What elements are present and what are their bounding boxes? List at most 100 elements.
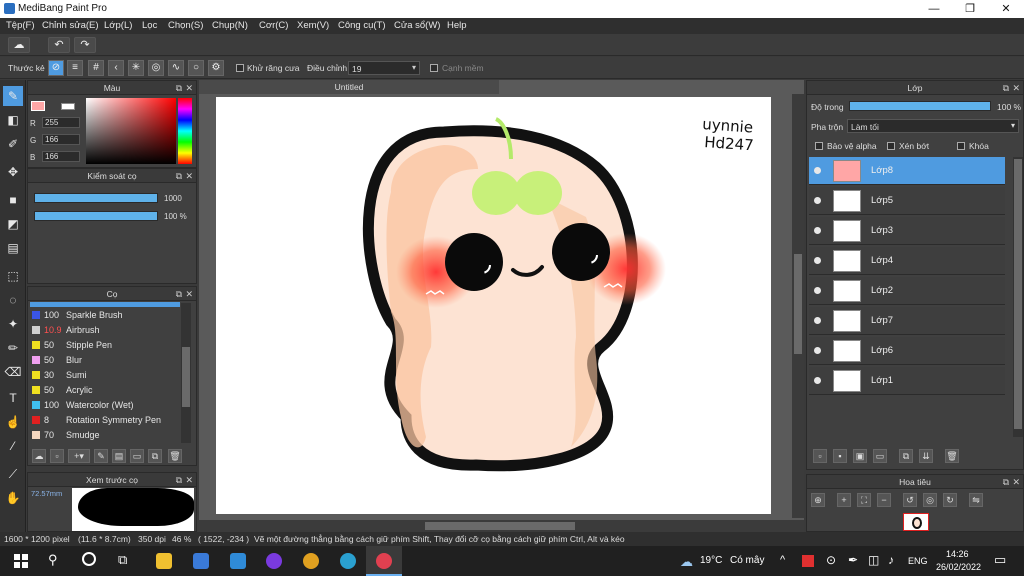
lasso-tool-icon[interactable]: ◌: [3, 290, 23, 310]
brush-list-item[interactable]: 100 Sparkle Brush: [30, 308, 180, 323]
visibility-eye-icon[interactable]: [814, 377, 821, 384]
chevron-up-icon[interactable]: ^: [780, 554, 785, 566]
canvas-vscroll-thumb[interactable]: [794, 254, 802, 354]
dot-brush-icon[interactable]: ✐: [3, 134, 23, 154]
visibility-eye-icon[interactable]: [814, 317, 821, 324]
protect-alpha-checkbox[interactable]: [815, 142, 823, 150]
zoom-out-icon[interactable]: −: [877, 493, 891, 507]
popout-icon[interactable]: ⧉: [176, 81, 182, 95]
brush-delete-icon[interactable]: 🗑: [168, 449, 182, 463]
brush-scroll-thumb[interactable]: [182, 347, 190, 407]
layer-row[interactable]: Lớp1: [809, 367, 1005, 395]
move-tool-icon[interactable]: ✥: [3, 162, 23, 182]
brush-list-item[interactable]: 10.9 Airbrush: [30, 323, 180, 338]
layer-row[interactable]: Lớp3: [809, 217, 1005, 245]
network-icon[interactable]: ◫: [868, 553, 879, 567]
redo-icon[interactable]: ↷: [74, 37, 96, 53]
select-rect-icon[interactable]: ⬚: [3, 266, 23, 286]
menu-window[interactable]: Cửa sổ(W): [394, 20, 440, 31]
layer-row[interactable]: Lớp7: [809, 307, 1005, 335]
radial-ruler-icon[interactable]: ✳: [128, 60, 144, 76]
color-picker-square[interactable]: [86, 98, 176, 164]
reset-rotation-icon[interactable]: ◎: [923, 493, 937, 507]
layer-opacity-slider[interactable]: [849, 101, 991, 111]
close-icon[interactable]: ✕: [1012, 81, 1020, 95]
merge-layer-icon[interactable]: ⇊: [919, 449, 933, 463]
brush-scrollbar[interactable]: [181, 303, 191, 443]
lock-checkbox[interactable]: [957, 142, 965, 150]
perspective-ruler-icon[interactable]: ‹: [108, 60, 124, 76]
canvas-horizontal-scrollbar[interactable]: [199, 520, 804, 532]
tray-app-icon[interactable]: [802, 555, 814, 567]
windows-start-icon[interactable]: [14, 554, 28, 568]
brush-list-item[interactable]: 100 Watercolor (Wet): [30, 398, 180, 413]
hand-tool-icon[interactable]: ✋: [3, 488, 23, 508]
b-input[interactable]: 166: [42, 151, 80, 162]
text-tool-icon[interactable]: T: [3, 388, 23, 408]
mail-icon[interactable]: [230, 553, 246, 569]
flip-icon[interactable]: ⇋: [969, 493, 983, 507]
restore-button[interactable]: ❐: [960, 1, 980, 17]
layer-scrollbar[interactable]: [1013, 157, 1023, 437]
minimize-button[interactable]: —: [924, 1, 944, 17]
close-icon[interactable]: ✕: [185, 287, 193, 301]
menu-window-c[interactable]: Cơr(C): [259, 20, 288, 31]
brush-duplicate-icon[interactable]: ⧉: [148, 449, 162, 463]
navigator-thumbnail[interactable]: [903, 513, 929, 531]
language-indicator[interactable]: ENG: [908, 556, 928, 566]
select-pen-icon[interactable]: ✏: [3, 338, 23, 358]
hue-slider[interactable]: [178, 98, 192, 164]
brush-list-item[interactable]: 50 Stipple Pen: [30, 338, 180, 353]
layer-scroll-thumb[interactable]: [1014, 159, 1022, 429]
grid-ruler-icon[interactable]: #: [88, 60, 104, 76]
brush-new-icon[interactable]: ▫: [50, 449, 64, 463]
menu-select[interactable]: Chọn(S): [168, 20, 203, 31]
layer-row[interactable]: Lớp6: [809, 337, 1005, 365]
visibility-eye-icon[interactable]: [814, 257, 821, 264]
antialias-checkbox[interactable]: [236, 64, 244, 72]
brush-tool-icon[interactable]: ✎: [3, 86, 23, 106]
brush-list-item[interactable]: 8 Rotation Symmetry Pen: [30, 413, 180, 428]
blend-select[interactable]: Làm tối ▾: [847, 119, 1019, 133]
volume-icon[interactable]: ♪: [888, 553, 894, 567]
brush-add-icon[interactable]: +▾: [68, 449, 90, 463]
smooth-checkbox[interactable]: [430, 64, 438, 72]
operation-tool-icon[interactable]: ☝: [3, 412, 23, 432]
zoom-in-icon[interactable]: +: [837, 493, 851, 507]
cortana-icon[interactable]: [82, 552, 96, 566]
brush-list-item[interactable]: 50 Blur: [30, 353, 180, 368]
layer-row[interactable]: Lớp4: [809, 247, 1005, 275]
cloud-icon[interactable]: ☁: [8, 37, 30, 53]
drawing-canvas[interactable]: uynnie Hd247: [216, 97, 771, 514]
close-icon[interactable]: ✕: [185, 169, 193, 183]
brush-edit-icon[interactable]: ✎: [94, 449, 108, 463]
menu-view[interactable]: Xem(V): [297, 20, 329, 31]
weather-icon[interactable]: ☁: [680, 554, 693, 570]
brush-settings-icon[interactable]: ▤: [112, 449, 126, 463]
file-explorer-icon[interactable]: [156, 553, 172, 569]
new-layer-icon[interactable]: ▫: [813, 449, 827, 463]
undo-icon[interactable]: ↶: [48, 37, 70, 53]
task-view-icon[interactable]: ⧉: [118, 552, 127, 568]
store-icon[interactable]: [193, 553, 209, 569]
browser-icon[interactable]: [266, 553, 282, 569]
zoom-fit-icon[interactable]: ⊕: [811, 493, 825, 507]
clipping-checkbox[interactable]: [887, 142, 895, 150]
clock-date[interactable]: 26/02/2022: [936, 562, 981, 572]
popout-icon[interactable]: ⧉: [176, 287, 182, 301]
new-layer-8bit-icon[interactable]: ▪: [833, 449, 847, 463]
popout-icon[interactable]: ⧉: [176, 169, 182, 183]
notification-icon[interactable]: ▭: [994, 552, 1006, 568]
curve-ruler-icon[interactable]: ∿: [168, 60, 184, 76]
popout-icon[interactable]: ⧉: [176, 473, 182, 487]
menu-file[interactable]: Tệp(F): [6, 20, 35, 31]
magic-wand-icon[interactable]: ✦: [3, 314, 23, 334]
layer-folder-icon[interactable]: ▭: [873, 449, 887, 463]
weather-text[interactable]: Có mây: [730, 555, 764, 566]
close-icon[interactable]: ✕: [185, 473, 193, 487]
r-input[interactable]: 255: [42, 117, 80, 128]
select-eraser-icon[interactable]: ⌫: [3, 362, 23, 382]
menu-snap[interactable]: Chụp(N): [212, 20, 248, 31]
divide-tool-icon[interactable]: ⁄: [3, 436, 23, 456]
layer-row[interactable]: Lớp8: [809, 157, 1005, 185]
